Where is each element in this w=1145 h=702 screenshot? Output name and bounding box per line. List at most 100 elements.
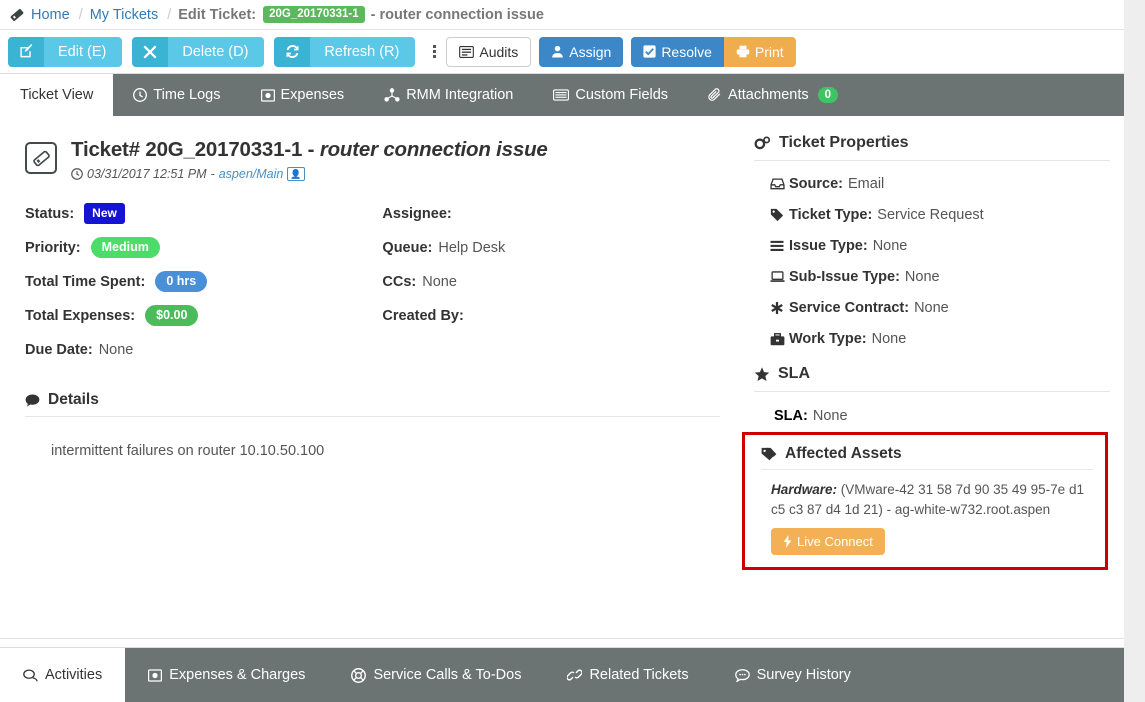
attachments-count-badge: 0 bbox=[817, 87, 839, 103]
breadcrumb-home[interactable]: Home bbox=[31, 7, 70, 23]
asterisk-icon bbox=[770, 301, 789, 315]
field-status: Status: New bbox=[25, 203, 382, 224]
print-button-label: Print bbox=[754, 43, 784, 60]
paperclip-icon bbox=[708, 88, 722, 102]
refresh-button-label: Refresh (R) bbox=[310, 36, 416, 67]
clock-icon bbox=[133, 88, 148, 102]
property-sub-issue-type: Sub-Issue Type: None bbox=[770, 269, 1110, 285]
app-window: Home / My Tickets / Edit Ticket: 20G_201… bbox=[0, 0, 1145, 702]
briefcase-icon bbox=[770, 332, 789, 346]
bottom-tab-expenses-charges[interactable]: Expenses & Charges bbox=[125, 648, 328, 702]
field-priority: Priority: Medium bbox=[25, 237, 382, 258]
ticket-account-link[interactable]: aspen/Main bbox=[219, 167, 284, 181]
action-toolbar: Edit (E) Delete (D) Refresh (R) Audits A… bbox=[0, 30, 1124, 74]
ticket-fields-left: Status: New Priority: Medium Total Time … bbox=[25, 203, 382, 373]
property-sub-issue-type-label: Sub-Issue Type: bbox=[789, 269, 900, 285]
total-expenses-badge: $0.00 bbox=[145, 305, 199, 326]
money-icon bbox=[260, 88, 275, 102]
audits-button[interactable]: Audits bbox=[446, 36, 532, 67]
property-ticket-type-value: Service Request bbox=[877, 207, 984, 223]
ticket-sidebar-pane: Ticket Properties Source: Email Ticket T… bbox=[742, 116, 1124, 570]
tab-time-logs[interactable]: Time Logs bbox=[113, 74, 240, 116]
laptop-icon bbox=[770, 271, 789, 283]
affected-asset-hardware: Hardware: (VMware-42 31 58 7d 90 35 49 9… bbox=[771, 480, 1093, 520]
property-issue-type: Issue Type: None bbox=[770, 238, 1110, 254]
bottom-tab-survey-history[interactable]: Survey History bbox=[712, 648, 874, 702]
tab-expenses[interactable]: Expenses bbox=[241, 74, 365, 116]
tab-attachments[interactable]: Attachments 0 bbox=[688, 74, 858, 116]
field-queue-value: Help Desk bbox=[438, 239, 506, 256]
field-assignee: Assignee: bbox=[382, 203, 720, 224]
bolt-icon bbox=[783, 535, 792, 548]
property-issue-type-value: None bbox=[872, 238, 908, 254]
field-ccs-label: CCs: bbox=[382, 273, 417, 290]
resolve-button[interactable]: Resolve bbox=[631, 36, 724, 67]
field-due-date: Due Date: None bbox=[25, 339, 382, 360]
contact-card-icon[interactable]: 👤 bbox=[287, 167, 305, 181]
ticket-subject: router connection issue bbox=[319, 138, 548, 161]
live-connect-button[interactable]: Live Connect bbox=[771, 528, 885, 555]
assign-button[interactable]: Assign bbox=[539, 36, 624, 67]
breadcrumb-my-tickets[interactable]: My Tickets bbox=[90, 7, 158, 23]
bottom-tab-activities[interactable]: Activities bbox=[0, 648, 126, 702]
status-badge: New bbox=[84, 203, 125, 224]
sla-section-header: SLA bbox=[754, 365, 1110, 392]
details-title: Details bbox=[48, 391, 99, 408]
property-work-type-value: None bbox=[871, 331, 907, 347]
sla-value: None bbox=[812, 408, 848, 424]
ticket-view-content: Ticket# 20G_20170331-1 - router connecti… bbox=[0, 116, 1124, 641]
check-square-icon bbox=[643, 45, 656, 58]
clock-small-icon bbox=[71, 168, 83, 180]
affected-assets-title: Affected Assets bbox=[785, 445, 902, 462]
property-source-label: Source: bbox=[789, 176, 843, 192]
ticket-fields: Status: New Priority: Medium Total Time … bbox=[25, 203, 720, 373]
bottom-tab-related-tickets[interactable]: Related Tickets bbox=[544, 648, 711, 702]
property-service-contract-label: Service Contract: bbox=[789, 300, 910, 316]
resolve-print-group: Resolve Print bbox=[631, 36, 796, 67]
hardware-label: Hardware: bbox=[771, 482, 838, 497]
field-created-by-label: Created By: bbox=[382, 307, 464, 324]
gears-icon bbox=[754, 135, 771, 151]
comments-icon bbox=[23, 668, 38, 682]
ticket-main-pane: Ticket# 20G_20170331-1 - router connecti… bbox=[0, 116, 740, 459]
star-icon bbox=[754, 366, 770, 382]
field-status-label: Status: bbox=[25, 205, 75, 222]
print-button[interactable]: Print bbox=[723, 36, 796, 67]
money-icon bbox=[148, 668, 163, 682]
tab-custom-fields[interactable]: Custom Fields bbox=[533, 74, 688, 116]
details-section-header: Details bbox=[25, 391, 720, 417]
tab-custom-fields-label: Custom Fields bbox=[575, 87, 669, 103]
field-ccs-value: None bbox=[422, 273, 457, 290]
comment-bubble-icon bbox=[25, 394, 40, 407]
tab-expenses-label: Expenses bbox=[280, 87, 345, 103]
field-ccs: CCs: None bbox=[382, 271, 720, 292]
bottom-tab-service-calls[interactable]: Service Calls & To-Dos bbox=[328, 648, 544, 702]
more-actions-menu[interactable] bbox=[425, 37, 443, 67]
delete-button[interactable]: Delete (D) bbox=[132, 36, 265, 67]
property-source-value: Email bbox=[848, 176, 885, 192]
property-ticket-type: Ticket Type: Service Request bbox=[770, 207, 1110, 223]
edit-button[interactable]: Edit (E) bbox=[8, 36, 123, 67]
ticket-created-datetime: 03/31/2017 12:51 PM bbox=[87, 167, 207, 181]
breadcrumb-separator-2: / bbox=[167, 6, 172, 23]
user-icon bbox=[551, 45, 564, 58]
tab-ticket-view[interactable]: Ticket View bbox=[0, 74, 114, 116]
property-service-contract: Service Contract: None bbox=[770, 300, 1110, 316]
affected-assets-header: Affected Assets bbox=[761, 445, 1093, 470]
property-source: Source: Email bbox=[770, 176, 1110, 192]
lifering-icon bbox=[351, 667, 367, 683]
tab-ticket-view-label: Ticket View bbox=[20, 87, 94, 103]
field-total-expenses: Total Expenses: $0.00 bbox=[25, 305, 382, 326]
network-icon bbox=[384, 88, 400, 102]
meta-dash: - bbox=[210, 167, 215, 181]
priority-badge: Medium bbox=[90, 237, 160, 258]
property-issue-type-label: Issue Type: bbox=[789, 238, 868, 254]
printer-icon bbox=[736, 45, 750, 58]
assign-button-label: Assign bbox=[569, 43, 612, 60]
secondary-tab-bar: Activities Expenses & Charges Service Ca… bbox=[0, 647, 1124, 702]
field-due-date-label: Due Date: bbox=[25, 341, 93, 358]
refresh-button[interactable]: Refresh (R) bbox=[274, 36, 416, 67]
tab-rmm-integration[interactable]: RMM Integration bbox=[364, 74, 533, 116]
sla-row: SLA: None bbox=[774, 408, 1110, 424]
ticket-fields-right: Assignee: Queue: Help Desk CCs: None Cre… bbox=[382, 203, 720, 373]
